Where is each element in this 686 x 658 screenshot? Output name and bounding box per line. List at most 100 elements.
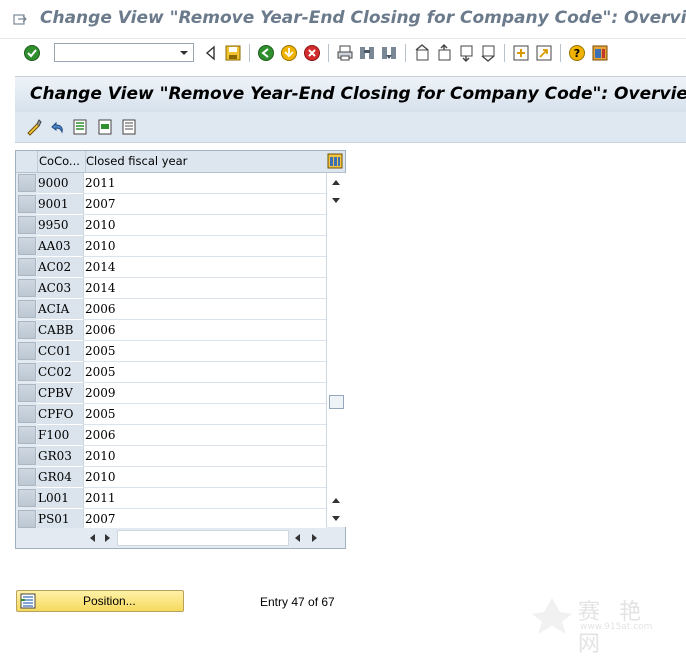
fiscal-year-cell[interactable]: 2006 [83,299,326,320]
select-block-icon[interactable] [96,118,114,136]
row-selector[interactable] [18,363,36,381]
row-selector[interactable] [18,300,36,318]
select-all-column-button[interactable] [16,151,38,172]
fiscal-year-cell[interactable]: 2010 [83,467,326,488]
fiscal-year-cell[interactable]: 2005 [83,404,326,425]
row-selector[interactable] [18,510,36,528]
entry-counter: Entry 47 of 67 [260,595,335,609]
fiscal-year-cell[interactable]: 2011 [83,488,326,509]
row-selector[interactable] [18,384,36,402]
vertical-scrollbar[interactable] [326,173,346,527]
command-field[interactable] [54,43,194,62]
table-control: CoCo... Closed fiscal year 9000 2011 9001… [15,150,346,549]
fiscal-year-cell[interactable]: 2010 [83,446,326,467]
horizontal-scrollbar[interactable] [16,528,345,548]
display-change-icon[interactable] [25,118,43,136]
watermark: 赛 艳 网 www.915at.com [530,592,680,657]
scroll-right-icon[interactable] [104,533,112,543]
company-code-cell: CC02 [37,362,83,383]
undo-change-icon[interactable] [48,118,66,136]
scroll-left-end-icon[interactable] [293,533,301,543]
table-row: F100 2006 [16,425,326,446]
help-icon[interactable]: ? [568,44,586,62]
previous-page-icon[interactable] [435,44,453,62]
save-icon[interactable] [224,44,242,62]
exit-menu-icon[interactable] [12,11,28,27]
table-row: 9950 2010 [16,215,326,236]
next-page-icon[interactable] [457,44,475,62]
toolbar-separator [328,44,329,62]
fiscal-year-cell[interactable]: 2007 [83,509,326,530]
fiscal-year-cell[interactable]: 2006 [83,320,326,341]
row-selector[interactable] [18,216,36,234]
table-row: 9001 2007 [16,194,326,215]
position-button-label: Position... [83,594,136,608]
row-selector[interactable] [18,174,36,192]
row-selector[interactable] [18,279,36,297]
fiscal-year-cell[interactable]: 2005 [83,341,326,362]
scroll-left-icon[interactable] [88,533,96,543]
company-code-cell: GR04 [37,467,83,488]
table-row: CPBV 2009 [16,383,326,404]
app-header: Change View "Remove Year-End Closing for… [15,76,686,113]
row-selector[interactable] [18,342,36,360]
position-icon [20,593,36,609]
row-selector[interactable] [18,489,36,507]
scroll-down-icon[interactable] [331,515,341,523]
position-button[interactable]: Position... [16,590,184,612]
row-selector[interactable] [18,237,36,255]
chevron-down-icon[interactable] [175,44,193,61]
first-page-icon[interactable] [413,44,431,62]
scroll-up-icon[interactable] [331,178,341,186]
row-selector[interactable] [18,258,36,276]
fiscal-year-cell[interactable]: 2005 [83,362,326,383]
application-toolbar [15,112,686,143]
scroll-right-end-icon[interactable] [311,533,319,543]
fiscal-year-cell[interactable]: 2009 [83,383,326,404]
company-code-cell: GR03 [37,446,83,467]
table-settings-icon[interactable] [327,153,343,169]
page-up-icon[interactable] [331,496,341,504]
fiscal-year-cell[interactable]: 2010 [83,215,326,236]
find-icon[interactable] [358,44,376,62]
create-shortcut-icon[interactable] [535,44,553,62]
new-session-icon[interactable] [512,44,530,62]
company-code-cell: ACIA [37,299,83,320]
fiscal-year-cell[interactable]: 2007 [83,194,326,215]
fiscal-year-cell[interactable]: 2010 [83,236,326,257]
enter-checkmark-icon[interactable] [23,44,41,62]
row-selector[interactable] [18,426,36,444]
select-all-icon[interactable] [71,118,89,136]
exit-icon[interactable] [280,44,298,62]
table-row: AC02 2014 [16,257,326,278]
print-icon[interactable] [336,44,354,62]
horizontal-scroll-track[interactable] [117,530,289,546]
company-code-cell: AC03 [37,278,83,299]
fiscal-year-cell[interactable]: 2014 [83,257,326,278]
back-icon[interactable] [257,44,275,62]
watermark-logo-icon [532,598,572,634]
fiscal-year-cell[interactable]: 2014 [83,278,326,299]
column-header-company-code[interactable]: CoCo... [37,151,86,172]
row-selector[interactable] [18,321,36,339]
find-next-icon[interactable] [380,44,398,62]
deselect-all-icon[interactable] [120,118,138,136]
row-selector[interactable] [18,405,36,423]
page-title: Change View "Remove Year-End Closing for… [30,84,686,104]
scroll-thumb[interactable] [329,395,344,409]
row-selector[interactable] [18,447,36,465]
back-triangle-icon[interactable] [202,44,220,62]
last-page-icon[interactable] [479,44,497,62]
table-row: CABB 2006 [16,320,326,341]
fiscal-year-cell[interactable]: 2011 [83,173,326,194]
company-code-cell: CPBV [37,383,83,404]
cancel-icon[interactable] [303,44,321,62]
row-selector[interactable] [18,468,36,486]
column-header-closed-fiscal-year[interactable]: Closed fiscal year [84,151,326,172]
customize-layout-icon[interactable] [591,44,609,62]
table-row: PS01 2007 [16,509,326,530]
table-body: 9000 2011 9001 2007 9950 2010 AA03 2010 AC02… [16,173,326,530]
page-down-icon[interactable] [331,197,341,205]
row-selector[interactable] [18,195,36,213]
fiscal-year-cell[interactable]: 2006 [83,425,326,446]
